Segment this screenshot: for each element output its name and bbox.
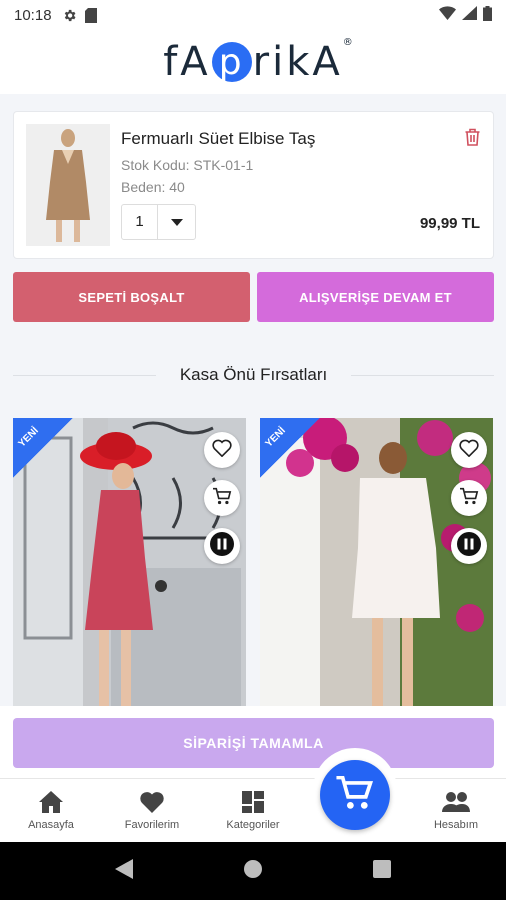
complete-order-button[interactable]: SİPARİŞİ TAMAMLA	[13, 718, 494, 768]
nav-label-account: Hesabım	[433, 819, 479, 831]
deals-section-title: Kasa Önü Fırsatları	[179, 365, 328, 384]
empty-cart-button[interactable]: SEPETİ BOŞALT	[13, 272, 250, 322]
app-header: fA p rikA ®	[0, 30, 506, 94]
grid-icon	[208, 789, 298, 815]
nav-label-favorites: Favorilerim	[124, 819, 180, 831]
sim-card-icon	[84, 7, 97, 23]
recents-icon[interactable]	[373, 859, 391, 883]
product-card[interactable]: YENİ	[13, 418, 246, 708]
stock-code: Stok Kodu: STK-01-1	[121, 157, 254, 173]
trash-icon[interactable]	[465, 128, 480, 151]
cart-icon	[459, 487, 479, 510]
add-to-cart-button[interactable]	[451, 480, 487, 516]
status-time: 10:18	[14, 6, 52, 24]
cart-item-card: Fermuarlı Süet Elbise Taş Stok Kodu: STK…	[13, 111, 494, 259]
heart-icon	[107, 789, 197, 815]
cart-icon	[212, 487, 232, 510]
nav-item-categories[interactable]: Kategoriler	[208, 789, 298, 831]
quantity-select[interactable]: 1	[121, 204, 196, 240]
logo-text-end: rikA	[252, 39, 343, 85]
product-card[interactable]: YENİ	[260, 418, 493, 708]
cart-item-title[interactable]: Fermuarlı Süet Elbise Taş	[121, 129, 315, 149]
size-label: Beden: 40	[121, 179, 185, 195]
system-navigation-bar	[0, 842, 506, 900]
people-icon	[411, 789, 501, 815]
heart-icon	[459, 439, 479, 462]
faprika-logo[interactable]: fA p rikA ®	[163, 37, 353, 85]
signal-icon	[462, 6, 477, 24]
pause-button[interactable]	[451, 528, 487, 564]
cart-icon	[336, 775, 374, 815]
cart-fab-button[interactable]	[320, 760, 390, 830]
nav-item-favorites[interactable]: Favorilerim	[107, 789, 197, 831]
add-to-cart-button[interactable]	[204, 480, 240, 516]
product-thumbnail[interactable]	[26, 124, 110, 246]
status-bar: 10:18	[0, 0, 506, 30]
nav-item-account[interactable]: Hesabım	[411, 789, 501, 831]
continue-shopping-button[interactable]: ALIŞVERİŞE DEVAM ET	[257, 272, 494, 322]
nav-label-home: Anasayfa	[28, 819, 74, 831]
registered-mark: ®	[342, 37, 353, 48]
pause-icon	[457, 531, 481, 561]
logo-p-circle: p	[211, 42, 252, 83]
cart-item-price: 99,99 TL	[419, 215, 480, 232]
deals-section-header: Kasa Önü Fırsatları	[13, 360, 495, 390]
home-circle-icon[interactable]	[243, 859, 263, 884]
divider	[13, 374, 156, 376]
favorite-button[interactable]	[204, 432, 240, 468]
pause-button[interactable]	[204, 528, 240, 564]
home-icon	[6, 789, 96, 815]
wifi-icon	[439, 6, 456, 24]
nav-item-home[interactable]: Anasayfa	[6, 789, 96, 831]
favorite-button[interactable]	[451, 432, 487, 468]
battery-icon	[483, 5, 492, 25]
quantity-value: 1	[122, 205, 158, 239]
nav-label-categories: Kategoriler	[226, 819, 280, 831]
chevron-down-icon	[158, 218, 195, 226]
pause-icon	[210, 531, 234, 561]
divider	[351, 374, 495, 376]
settings-icon	[62, 8, 77, 23]
logo-text-start: fA	[163, 39, 211, 85]
bottom-navigation: Anasayfa Favorilerim Kategoriler Hesabım	[0, 778, 506, 842]
heart-icon	[212, 439, 232, 462]
back-icon[interactable]	[115, 858, 133, 884]
